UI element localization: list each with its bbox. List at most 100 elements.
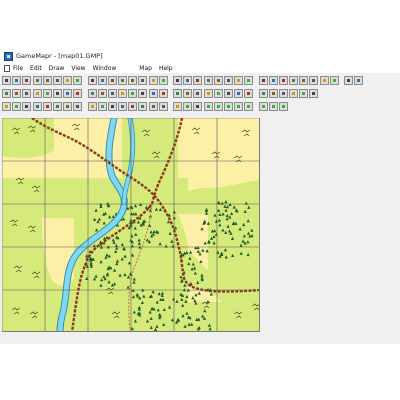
flag-icon[interactable] — [268, 76, 278, 85]
jungle-icon[interactable] — [118, 102, 128, 111]
swamp-icon[interactable] — [22, 102, 32, 111]
crater-icon[interactable] — [173, 102, 182, 111]
cut-icon[interactable] — [42, 76, 52, 85]
thin-line-icon[interactable] — [138, 89, 148, 98]
unit-icon[interactable] — [258, 76, 268, 85]
counter-icon[interactable] — [268, 89, 278, 98]
snap-icon[interactable] — [193, 89, 203, 98]
thick-line-icon[interactable] — [128, 89, 138, 98]
hill-icon[interactable] — [309, 76, 319, 85]
pencil-icon[interactable] — [12, 89, 22, 98]
legend-icon[interactable] — [299, 89, 309, 98]
undo-icon[interactable] — [73, 76, 83, 85]
marker-icon[interactable] — [52, 89, 62, 98]
bridge-icon[interactable] — [329, 76, 339, 85]
print-icon[interactable] — [32, 76, 42, 85]
woods-icon[interactable] — [107, 102, 117, 111]
lock-icon[interactable] — [244, 76, 254, 85]
rough-icon[interactable] — [12, 102, 22, 111]
overlay-icon[interactable] — [213, 89, 223, 98]
clear-icon[interactable] — [344, 76, 353, 85]
road-tool-icon[interactable] — [52, 102, 62, 111]
align-icon[interactable] — [148, 89, 158, 98]
curve-icon[interactable] — [73, 89, 83, 98]
ridge-icon[interactable] — [203, 102, 213, 111]
stop-icon[interactable] — [32, 89, 42, 98]
save-icon[interactable] — [22, 76, 32, 85]
mirror-icon[interactable] — [97, 89, 107, 98]
brush-terrain-icon[interactable] — [128, 102, 138, 111]
ruins-icon[interactable] — [158, 102, 168, 111]
crop-icon[interactable] — [138, 102, 148, 111]
label-icon[interactable] — [244, 89, 254, 98]
rect-icon[interactable] — [173, 76, 182, 85]
brush-icon[interactable] — [42, 89, 52, 98]
ford-icon[interactable] — [223, 102, 233, 111]
group-icon[interactable] — [158, 89, 168, 98]
stream-icon[interactable] — [213, 102, 223, 111]
help-icon[interactable] — [354, 76, 364, 85]
menu-file[interactable]: File — [13, 64, 23, 73]
zoom-out-icon[interactable] — [118, 76, 128, 85]
symbol-icon[interactable] — [258, 89, 268, 98]
copy-icon[interactable] — [52, 76, 62, 85]
rotate-icon[interactable] — [87, 89, 97, 98]
menu-draw[interactable]: Draw — [49, 64, 65, 73]
town-icon[interactable] — [319, 76, 329, 85]
order-icon[interactable] — [183, 89, 193, 98]
green-layer-icon[interactable] — [223, 89, 233, 98]
line-icon[interactable] — [158, 76, 168, 85]
rail-icon[interactable] — [73, 102, 83, 111]
new-icon[interactable] — [2, 76, 11, 85]
compass-icon[interactable] — [289, 89, 299, 98]
ungroup-icon[interactable] — [173, 89, 182, 98]
refresh-icon[interactable] — [309, 89, 319, 98]
menu-map[interactable]: Map — [139, 64, 152, 73]
pine-icon[interactable] — [258, 102, 268, 111]
dot-icon[interactable] — [118, 89, 128, 98]
building-icon[interactable] — [148, 102, 158, 111]
grid-toggle-icon[interactable] — [234, 89, 244, 98]
eraser-icon[interactable] — [22, 89, 32, 98]
mountain-icon[interactable] — [183, 102, 193, 111]
open-icon[interactable] — [12, 76, 22, 85]
clear-terrain-icon[interactable] — [2, 102, 11, 111]
dash-icon[interactable] — [107, 89, 117, 98]
wall-icon[interactable] — [97, 102, 107, 111]
arrow-icon[interactable] — [63, 89, 73, 98]
grid-icon[interactable] — [97, 76, 107, 85]
orchard-icon[interactable] — [278, 102, 288, 111]
pointer-icon[interactable] — [2, 89, 11, 98]
palette-icon[interactable] — [234, 76, 244, 85]
fence-icon[interactable] — [87, 102, 97, 111]
document-icon[interactable] — [4, 65, 10, 72]
sand-icon[interactable] — [42, 102, 52, 111]
forest-icon[interactable] — [299, 76, 309, 85]
layer-icon[interactable] — [223, 76, 233, 85]
river-icon[interactable] — [289, 76, 299, 85]
measure-icon[interactable] — [203, 89, 213, 98]
pan-icon[interactable] — [138, 76, 148, 85]
grass-icon[interactable] — [244, 102, 254, 111]
paste-icon[interactable] — [63, 76, 73, 85]
select-icon[interactable] — [128, 76, 138, 85]
scale-icon[interactable] — [278, 89, 288, 98]
trail-icon[interactable] — [63, 102, 73, 111]
text-icon[interactable] — [148, 76, 158, 85]
zoom-in-icon[interactable] — [107, 76, 117, 85]
terrain-icon[interactable] — [213, 76, 223, 85]
menu-window[interactable]: Window — [93, 64, 117, 73]
road-icon[interactable] — [278, 76, 288, 85]
tree-icon[interactable] — [234, 102, 244, 111]
hex-icon[interactable] — [193, 76, 203, 85]
fill-icon[interactable] — [183, 76, 193, 85]
menu-view[interactable]: View — [71, 64, 85, 73]
map-drawing[interactable] — [2, 118, 260, 332]
map-canvas[interactable] — [2, 118, 260, 332]
menu-edit[interactable]: Edit — [30, 64, 42, 73]
shrub-icon[interactable] — [268, 102, 278, 111]
square-icon[interactable] — [203, 76, 213, 85]
redo-icon[interactable] — [87, 76, 97, 85]
slope-icon[interactable] — [193, 102, 203, 111]
menu-help[interactable]: Help — [159, 64, 173, 73]
